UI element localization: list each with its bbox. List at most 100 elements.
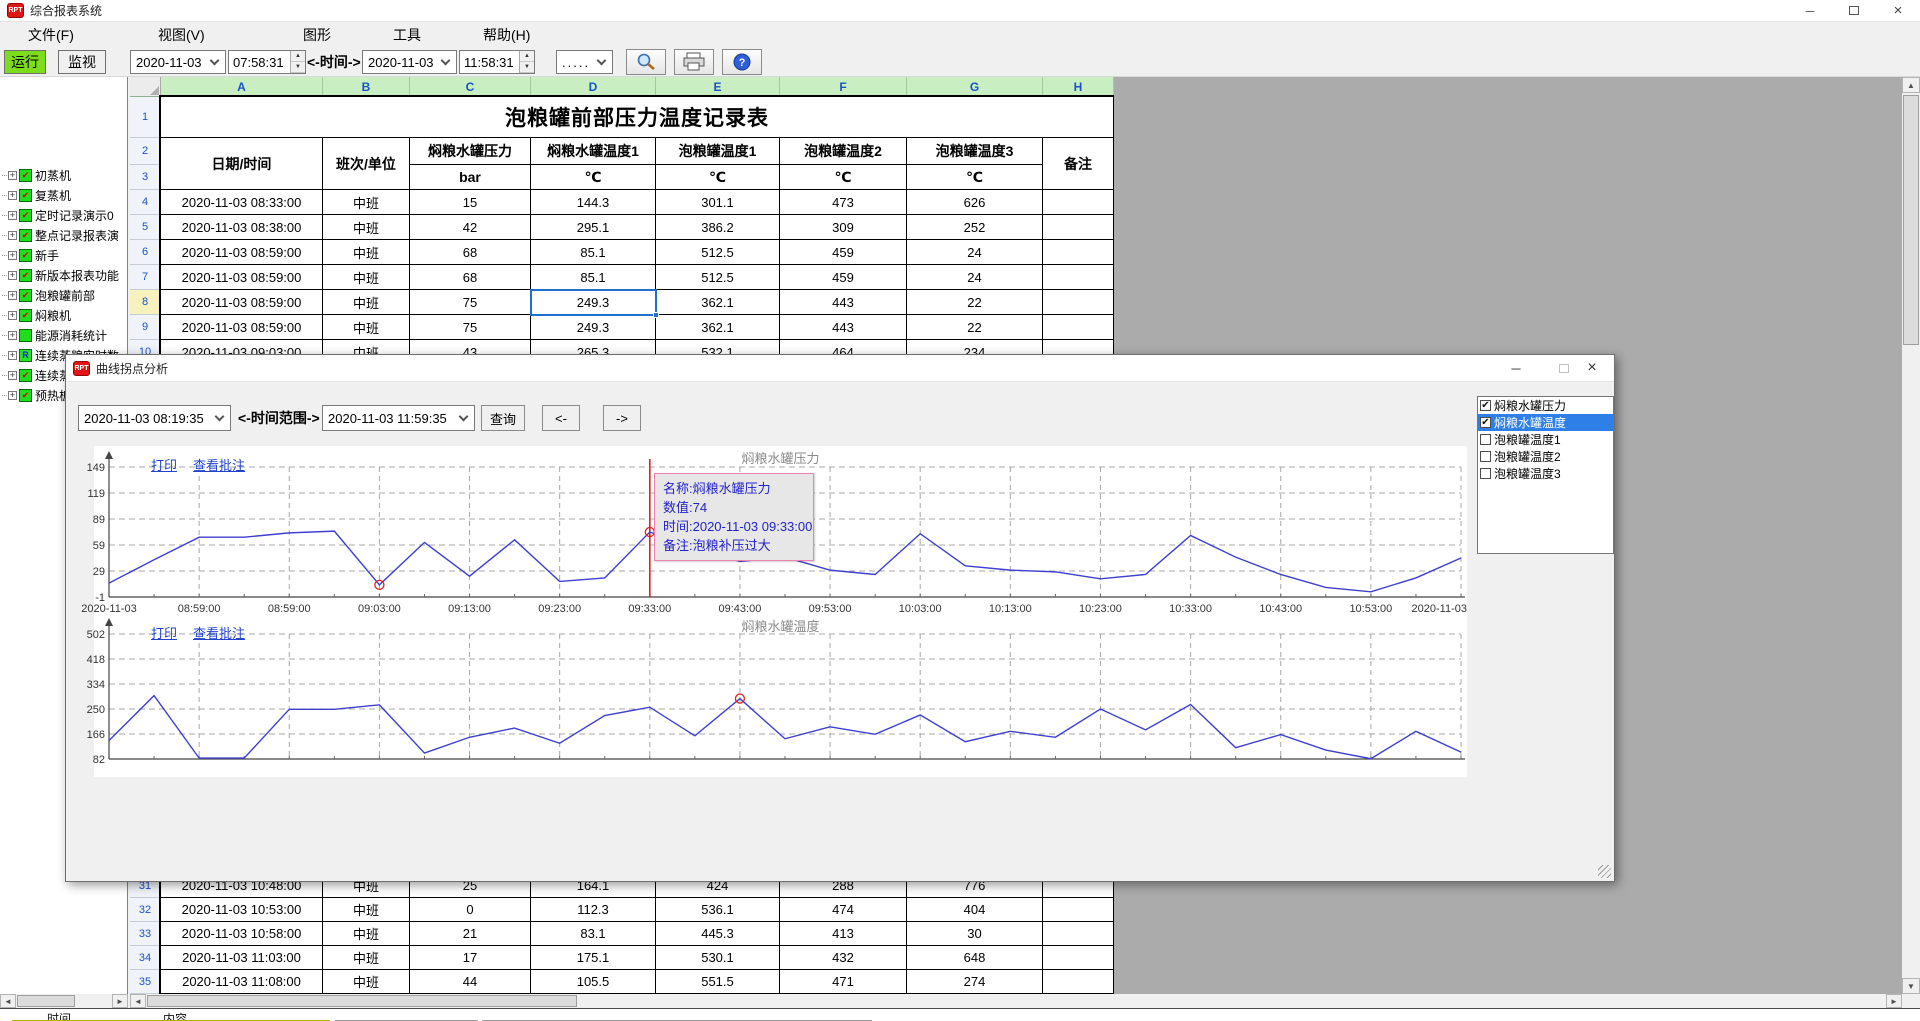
data-cell[interactable]: 309	[780, 215, 907, 240]
data-cell[interactable]: 551.5	[656, 970, 780, 994]
zoom-search-button[interactable]	[626, 49, 666, 75]
data-cell[interactable]	[1043, 946, 1114, 970]
data-cell[interactable]: 22	[907, 290, 1043, 315]
data-cell[interactable]: 15	[410, 190, 531, 215]
scroll-right-icon[interactable]: ►	[112, 994, 128, 1008]
data-cell[interactable]: 2020-11-03 08:33:00	[161, 190, 323, 215]
data-cell[interactable]: 413	[780, 922, 907, 946]
data-cell[interactable]: 512.5	[656, 265, 780, 290]
row-header-35[interactable]: 35	[130, 970, 161, 994]
range-start-select[interactable]: 2020-11-03 08:19:35	[78, 405, 231, 431]
view-notes-link[interactable]: 查看批注	[193, 455, 245, 474]
view-notes-link[interactable]: 查看批注	[193, 623, 245, 642]
column-header-H[interactable]: H	[1043, 77, 1114, 97]
data-cell[interactable]: 68	[410, 240, 531, 265]
end-date-select[interactable]: 2020-11-03	[362, 50, 457, 74]
row-header-34[interactable]: 34	[130, 946, 161, 970]
data-cell[interactable]: 中班	[323, 922, 410, 946]
data-cell[interactable]: 626	[907, 190, 1043, 215]
row-header-1[interactable]: 1	[130, 97, 161, 138]
data-cell[interactable]: 21	[410, 922, 531, 946]
data-cell[interactable]	[1043, 970, 1114, 994]
expand-icon[interactable]: +	[8, 231, 17, 240]
row-header-4[interactable]: 4	[130, 190, 161, 215]
data-cell[interactable]: 362.1	[656, 315, 780, 340]
tree-item[interactable]: +✔初蒸机	[2, 165, 126, 185]
data-cell[interactable]: 112.3	[531, 898, 656, 922]
data-cell[interactable]: 105.5	[531, 970, 656, 994]
next-button[interactable]: ->	[603, 405, 641, 431]
data-cell[interactable]	[1043, 215, 1114, 240]
spin-up-icon[interactable]: ▲	[520, 51, 534, 62]
data-cell[interactable]: 30	[907, 922, 1043, 946]
series-item[interactable]: ✔焖粮水罐温度	[1478, 414, 1613, 431]
data-cell[interactable]: 2020-11-03 08:59:00	[161, 265, 323, 290]
data-cell[interactable]: 22	[907, 315, 1043, 340]
data-cell[interactable]: 中班	[323, 290, 410, 315]
data-cell[interactable]: 175.1	[531, 946, 656, 970]
data-cell[interactable]: 75	[410, 290, 531, 315]
data-cell[interactable]: 2020-11-03 08:59:00	[161, 240, 323, 265]
print-link[interactable]: 打印	[151, 623, 177, 642]
spin-up-icon[interactable]: ▲	[291, 51, 305, 62]
series-item[interactable]: 泡粮罐温度2	[1478, 448, 1613, 465]
data-cell[interactable]: 274	[907, 970, 1043, 994]
scroll-thumb[interactable]	[147, 995, 577, 1007]
start-time-spinner[interactable]: 07:58:31 ▲ ▼	[228, 50, 306, 74]
column-header-F[interactable]: F	[780, 77, 907, 97]
tree-item[interactable]: +✔定时记录演示0	[2, 205, 126, 225]
data-cell[interactable]: 459	[780, 265, 907, 290]
data-cell[interactable]	[1043, 290, 1114, 315]
resize-grip[interactable]	[1598, 865, 1611, 878]
scroll-thumb[interactable]	[1903, 95, 1919, 345]
data-cell[interactable]: 83.1	[531, 922, 656, 946]
close-button[interactable]: ×	[1876, 0, 1920, 21]
row-header-3[interactable]: 3	[130, 165, 161, 190]
spin-down-icon[interactable]: ▼	[520, 62, 534, 73]
row-header-5[interactable]: 5	[130, 215, 161, 240]
dialog-minimize-button[interactable]: ─	[1496, 355, 1536, 381]
data-cell[interactable]: 249.3	[531, 315, 656, 340]
checkbox-icon[interactable]: ✔	[1480, 400, 1491, 411]
menu-item-1[interactable]: 文件(F)	[22, 22, 80, 47]
scroll-thumb[interactable]	[17, 995, 75, 1007]
data-cell[interactable]: 2020-11-03 08:38:00	[161, 215, 323, 240]
expand-icon[interactable]: +	[8, 271, 17, 280]
data-cell[interactable]: 中班	[323, 898, 410, 922]
data-cell[interactable]: 144.3	[531, 190, 656, 215]
data-cell[interactable]: 24	[907, 240, 1043, 265]
data-cell[interactable]	[1043, 240, 1114, 265]
range-end-select[interactable]: 2020-11-03 11:59:35	[322, 405, 475, 431]
tree-item[interactable]: +✔新手	[2, 245, 126, 265]
expand-icon[interactable]: +	[8, 351, 17, 360]
expand-icon[interactable]: +	[8, 251, 17, 260]
column-header-D[interactable]: D	[531, 77, 656, 97]
expand-icon[interactable]: +	[8, 331, 17, 340]
data-cell[interactable]: 362.1	[656, 290, 780, 315]
column-header-C[interactable]: C	[410, 77, 531, 97]
data-cell[interactable]: 中班	[323, 190, 410, 215]
checkbox-icon[interactable]	[1480, 434, 1491, 445]
help-button[interactable]: ?	[722, 49, 762, 75]
data-cell[interactable]: 2020-11-03 11:03:00	[161, 946, 323, 970]
series-item[interactable]: ✔焖粮水罐压力	[1478, 397, 1613, 414]
data-cell[interactable]: 432	[780, 946, 907, 970]
expand-icon[interactable]: +	[8, 371, 17, 380]
data-cell[interactable]: 0	[410, 898, 531, 922]
data-cell[interactable]	[1043, 898, 1114, 922]
data-cell[interactable]: 44	[410, 970, 531, 994]
data-cell[interactable]	[1043, 190, 1114, 215]
row-header-9[interactable]: 9	[130, 315, 161, 340]
data-cell[interactable]: 42	[410, 215, 531, 240]
scroll-up-icon[interactable]: ▲	[1902, 77, 1920, 93]
row-header-2[interactable]: 2	[130, 138, 161, 165]
menu-item-4[interactable]: 工具	[387, 22, 427, 47]
data-cell[interactable]: 68	[410, 265, 531, 290]
print-link[interactable]: 打印	[151, 455, 177, 474]
monitor-button[interactable]: 监视	[58, 50, 106, 74]
data-cell[interactable]: 2020-11-03 08:59:00	[161, 290, 323, 315]
tree-item[interactable]: +✔焖粮机	[2, 305, 126, 325]
scroll-left-icon[interactable]: ◄	[0, 994, 16, 1008]
tree-item[interactable]: +能源消耗统计	[2, 325, 126, 345]
selection-handle[interactable]	[653, 312, 659, 318]
